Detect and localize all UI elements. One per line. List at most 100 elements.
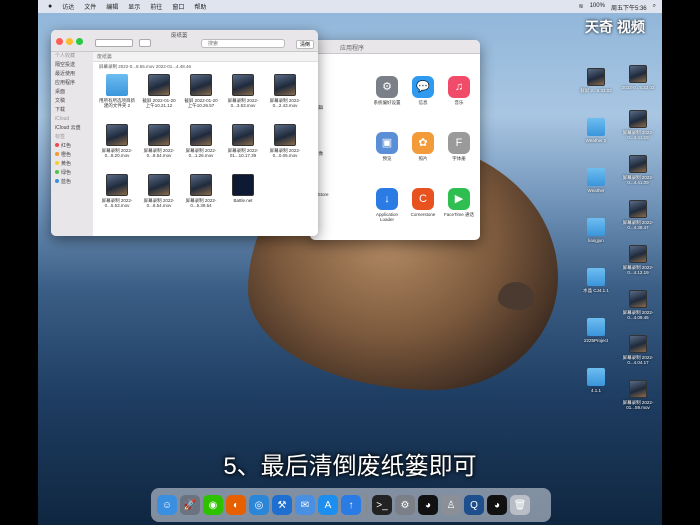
menu-edit[interactable]: 编辑 — [106, 2, 118, 11]
sidebar-item[interactable]: 绿色 — [51, 169, 93, 178]
zoom-button[interactable] — [76, 38, 83, 45]
sidebar-item[interactable]: 下载 — [51, 106, 93, 115]
search-input[interactable] — [201, 39, 285, 48]
trash-file-item[interactable]: 屏幕录制 2022-0...8.20.mov — [99, 124, 135, 158]
sidebar-item[interactable]: 红色 — [51, 142, 93, 151]
sidebar-item[interactable]: 蓝色 — [51, 178, 93, 187]
app-name-label: 照片 — [418, 156, 428, 161]
menu-help[interactable]: 帮助 — [194, 2, 206, 11]
app-icon: ▣ — [376, 132, 398, 154]
trash-file-item[interactable]: 截屏 2022-01-20 上午10.26.57 — [183, 74, 219, 108]
desktop-icon[interactable]: 屏幕录制 2022-0...4.09.45 — [621, 290, 655, 320]
empty-trash-button[interactable]: 清倒 — [295, 40, 314, 49]
desktop-icon[interactable]: 截屏 2...5.33.02 — [579, 68, 613, 93]
trash-dock-icon[interactable]: 🗑 — [510, 495, 530, 515]
sidebar-item[interactable]: 黄色 — [51, 160, 93, 169]
folder-icon — [587, 218, 605, 236]
trash-file-item[interactable]: 屏幕录制 2022-0...5.39.54 — [183, 174, 219, 208]
wallpaper-rock — [498, 282, 534, 310]
search-icon[interactable]: ⌕ — [653, 3, 656, 12]
desktop-icon[interactable]: Weather 2 — [579, 118, 613, 143]
system-prefs-dock-icon[interactable]: ⚙ — [395, 495, 415, 515]
menu-window[interactable]: 窗口 — [172, 2, 184, 11]
desktop-icon[interactable]: 屏幕录制 2022-0...4.41.19 — [621, 110, 655, 140]
folder-icon — [587, 368, 605, 386]
app-item[interactable]: 💬 信息 — [406, 76, 440, 105]
desktop-icon[interactable]: 2022-0...5.33.02 — [621, 65, 655, 90]
qq-dock-icon[interactable]: ◕ — [418, 495, 438, 515]
app-item[interactable]: ▣ 预览 — [370, 132, 404, 161]
sidebar-item[interactable]: 应用程序 — [51, 79, 93, 88]
terminal-dock-icon[interactable]: >_ — [372, 495, 392, 515]
mail-dock-icon[interactable]: ✉ — [295, 495, 315, 515]
desktop-icon[interactable]: 屏幕录制 2022-0...4.04.17 — [621, 335, 655, 365]
app-item[interactable]: ♫ 音乐 — [442, 76, 476, 105]
menu-file[interactable]: 文件 — [84, 2, 96, 11]
sidebar-section-header: iCloud — [51, 115, 93, 124]
app-item[interactable]: C Cornerstone — [406, 188, 440, 217]
sidebar-item[interactable]: iCloud 云盘 — [51, 124, 93, 133]
trash-file-item[interactable]: 屏幕录制 2022-0...5.53.mov — [99, 174, 135, 208]
view-toggle-icon[interactable] — [95, 39, 133, 47]
applications-titlebar: 应用程序 — [310, 40, 480, 54]
action-menu-icon[interactable] — [139, 39, 151, 47]
launchpad-dock-icon[interactable]: 🚀 — [180, 495, 200, 515]
trash-file-item[interactable]: 屏幕录制 2022-0...0.06.mov — [267, 124, 303, 158]
qq-second-dock-icon[interactable]: ◕ — [487, 495, 507, 515]
desktop-icon-label: 4.1.1 — [590, 388, 601, 393]
sidebar-item[interactable]: 橙色 — [51, 151, 93, 160]
file-name-label: 屏幕录制 2022-0...2.43.mov — [269, 98, 301, 108]
desktop-icon[interactable]: 屏幕录制 2022-01...59.mov — [621, 380, 655, 410]
app-item[interactable]: ⚙ 系统偏好设置 — [370, 76, 404, 105]
close-button[interactable] — [56, 38, 63, 45]
desktop-icon[interactable]: 水晶 CJ4.1.1 — [579, 268, 613, 293]
quicktime-dock-icon[interactable]: Q — [464, 495, 484, 515]
tag-color-dot — [55, 170, 59, 174]
sidebar-item-label: 蓝色 — [61, 179, 72, 185]
desktop-icon[interactable]: 4.1.1 — [579, 368, 613, 393]
desktop-icon[interactable]: 屏幕录制 2022-0...4.38.47 — [621, 200, 655, 230]
battery-level[interactable]: 100% — [590, 3, 605, 12]
trash-file-item[interactable]: 屏幕录制 2022-0...8.54.mov — [141, 174, 177, 208]
safari-dock-icon[interactable]: ◎ — [249, 495, 269, 515]
trash-file-item[interactable]: 屏幕录制 2022-0...8.54.mov — [141, 124, 177, 158]
trash-file-item[interactable]: 截屏 2022-01-20 上午10.21.12 — [141, 74, 177, 108]
desktop-icon[interactable]: Weather — [579, 168, 613, 193]
sidebar-item[interactable]: 最近使用 — [51, 70, 93, 79]
finder-dock-icon[interactable]: ☺ — [157, 495, 177, 515]
app-item[interactable]: F 字体册 — [442, 132, 476, 161]
clock[interactable]: 周五下午5:36 — [611, 3, 647, 12]
wechat-dock-icon[interactable]: ◉ — [203, 495, 223, 515]
wifi-icon[interactable]: ≋ — [579, 3, 584, 12]
firefox-dock-icon[interactable]: ◐ — [226, 495, 246, 515]
appstore-dock-icon[interactable]: A — [318, 495, 338, 515]
file-name-label: 屏幕录制 2022-0...1.26.mov — [185, 148, 217, 158]
trash-file-item[interactable]: 屏幕录制 2022-0...1.26.mov — [183, 124, 219, 158]
app-item[interactable]: ▶ FaceTime 通话 — [442, 188, 476, 217]
trash-file-item[interactable]: 屏幕录制 2022-01...10.17.39 — [225, 124, 261, 158]
menu-finder[interactable]: 访达 — [62, 2, 74, 11]
desktop-icon[interactable]: 屏幕录制 2022-0...4.41.09 — [621, 155, 655, 185]
sidebar-item[interactable]: 隔空投送 — [51, 61, 93, 70]
trash-file-item[interactable]: 屏幕录制 2022-0...3.53.mov — [225, 74, 261, 108]
trash-file-item[interactable]: 用所有所选项目新建的文件夹 2 — [99, 74, 135, 108]
app-loader-dock-icon[interactable]: ↑ — [341, 495, 361, 515]
xcode-dock-icon[interactable]: ⚒ — [272, 495, 292, 515]
video-thumbnail-icon — [629, 380, 647, 398]
menu-view[interactable]: 显示 — [128, 2, 140, 11]
trash-file-item[interactable]: Battle.net — [225, 174, 261, 203]
minimize-button[interactable] — [66, 38, 73, 45]
desktop-icon[interactable]: 2225Project — [579, 318, 613, 343]
menu-go[interactable]: 前往 — [150, 2, 162, 11]
apple-icon[interactable]: ● — [48, 3, 52, 10]
trash-file-item[interactable]: 屏幕录制 2022-0...2.43.mov — [267, 74, 303, 108]
app-item[interactable]: ✿ 照片 — [406, 132, 440, 161]
instruments-dock-icon[interactable]: ♙ — [441, 495, 461, 515]
sidebar-item[interactable]: 桌面 — [51, 88, 93, 97]
desktop-icon[interactable]: liangjun — [579, 218, 613, 243]
desktop-icon[interactable]: 屏幕录制 2022-0...4.12.19 — [621, 245, 655, 275]
app-item[interactable]: ↓ Application Loader — [370, 188, 404, 222]
app-name-label: 预览 — [382, 156, 392, 161]
sidebar-item[interactable]: 文稿 — [51, 97, 93, 106]
applications-window: 应用程序 编辑 录像 e Store ⚙ 系统偏好设置 💬 信息 ♫ 音乐 ▣ 预览 ✿ 照片 F 字… — [310, 40, 480, 240]
